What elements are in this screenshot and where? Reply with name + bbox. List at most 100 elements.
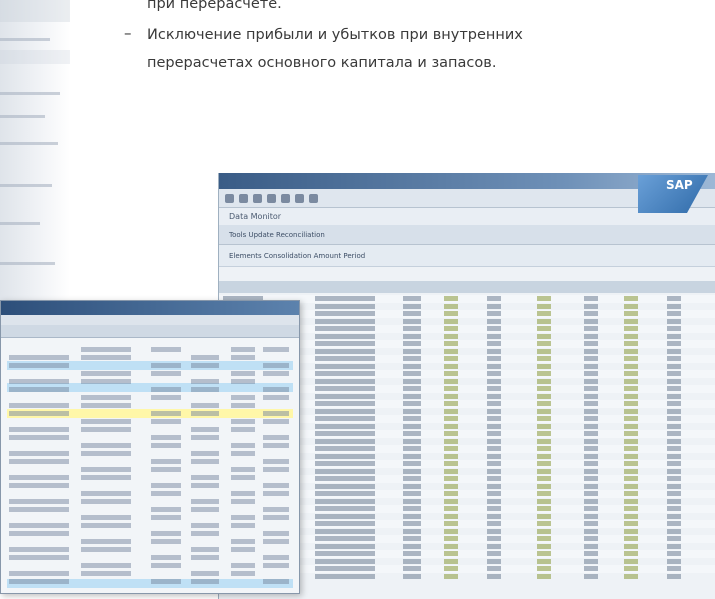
tree-cell [231,563,255,568]
help-icon [309,193,318,203]
grid-cell [624,326,638,331]
tree-cell [263,467,289,472]
grid-cell [537,423,551,429]
grid-cell [315,566,375,571]
grid-cell [315,468,375,474]
grid-cell [315,491,375,496]
grid-cell [584,356,598,361]
grid-cell [403,536,421,541]
grid-cell [403,416,421,421]
tree-cell [231,467,255,472]
grid-cell [624,423,638,429]
tree-cell [81,539,131,544]
grid-cell [537,513,551,519]
grid-cell [537,438,551,444]
tree-cell [191,379,219,384]
grid-cell [537,543,551,549]
tree-cell [151,435,181,440]
tree-cell [81,395,131,400]
grid-cell [584,386,598,391]
grid-cell [444,461,458,466]
grid-cell [444,551,458,556]
grid-cell [487,483,501,489]
grid-cell [537,498,551,504]
grid-cell [403,513,421,519]
tree-cell [9,427,69,432]
grid-cell [487,513,501,519]
grid-cell [315,558,375,564]
grid-cell [403,551,421,556]
tree-cell [263,363,289,368]
sidebar-stripe [0,38,50,41]
tree-cell [191,355,219,360]
tree-cell [151,387,181,392]
grid-cell [584,326,598,331]
grid-cell [624,528,638,534]
tree-cell [151,371,181,376]
grid-cell [403,393,421,399]
tree-cell [9,451,69,456]
tree-cell [263,491,289,496]
tree-cell [231,371,255,376]
grid-cell [315,386,375,391]
grid-cell [584,461,598,466]
grid-cell [487,423,501,429]
grid-cell [444,356,458,361]
tree-cell [231,395,255,400]
text-line-1: Исключение прибыли и убытков при внутрен… [147,27,523,43]
grid-cell [667,371,681,376]
save-icon [225,193,234,203]
grid-cell [487,528,501,534]
tree-cell [9,411,69,416]
tree-cell [263,419,289,424]
tree-cell [191,523,219,528]
tree-cell [151,539,181,544]
grid-cell [667,566,681,571]
grid-cell [315,408,375,414]
grid-cell [315,476,375,481]
grid-cell [403,333,421,339]
grid-cell [487,401,501,406]
grid-cell [624,491,638,496]
tree-cell [151,395,181,400]
grid-cell [403,498,421,504]
grid-cell [584,468,598,474]
tree-cell [9,579,69,584]
grid-cell [624,401,638,406]
tree-cell [263,371,289,376]
grid-cell [667,536,681,541]
tree-cell [151,579,181,584]
grid-cell [403,356,421,361]
grid-cell [315,333,375,339]
grid-cell [487,453,501,459]
grid-cell [584,476,598,481]
tree-cell [81,491,131,496]
decorative-sidebar [0,0,70,320]
grid-cell [315,431,375,436]
tree-cell [191,499,219,504]
grid-cell [487,506,501,511]
sidebar-band [0,50,70,64]
grid-cell [584,506,598,511]
grid-cell [444,498,458,504]
tree-cell [81,379,131,384]
window-titlebar [1,301,299,315]
report-tree [1,341,299,591]
grid-cell [584,363,598,369]
grid-cell [584,446,598,451]
tree-cell [151,563,181,568]
grid-cell [444,378,458,384]
grid-cell [444,326,458,331]
grid-cell [624,318,638,324]
grid-cell [403,348,421,354]
grid-cell [537,491,551,496]
find-icon [295,193,304,203]
grid-cell [624,303,638,309]
grid-cell [667,326,681,331]
grid-cell [624,573,638,579]
tree-cell [231,427,255,432]
grid-cell [315,356,375,361]
grid-cell [403,296,421,301]
tree-cell [81,547,131,552]
grid-cell [487,363,501,369]
